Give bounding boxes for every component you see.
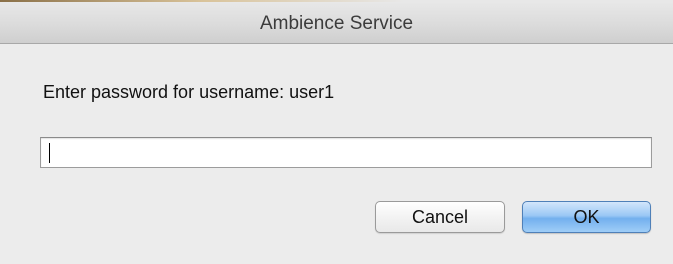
text-caret <box>49 143 50 163</box>
password-prompt: Enter password for username: user1 <box>43 82 335 102</box>
dialog-window: Ambience Service Enter password for user… <box>0 0 673 264</box>
cancel-button[interactable]: Cancel <box>375 201 505 233</box>
ok-button[interactable]: OK <box>522 201 651 233</box>
password-input[interactable] <box>40 137 652 168</box>
dialog-title: Ambience Service <box>259 13 414 34</box>
title-bar[interactable]: Ambience Service <box>0 0 673 44</box>
